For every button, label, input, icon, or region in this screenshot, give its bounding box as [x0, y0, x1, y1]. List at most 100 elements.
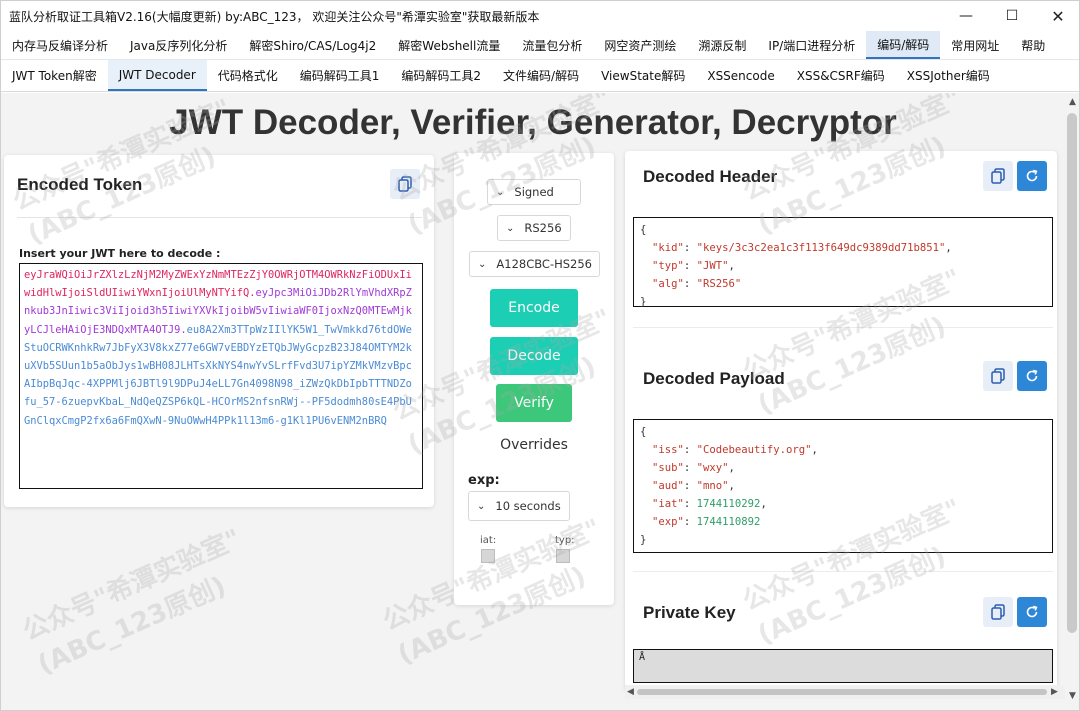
copy-icon	[991, 168, 1005, 184]
private-key-textarea[interactable]: Å	[633, 649, 1053, 683]
refresh-payload-button[interactable]	[1017, 361, 1047, 391]
watermark: 公众号"希潭实验室" (ABC_123原创)	[16, 518, 261, 681]
tab-xssjother[interactable]: XSSJother编码	[896, 60, 1001, 91]
exp-select-value: 10 seconds	[495, 499, 561, 513]
copy-token-button[interactable]	[390, 169, 420, 199]
horizontal-scroll-thumb[interactable]	[637, 689, 1047, 695]
copy-payload-button[interactable]	[983, 361, 1013, 391]
verify-button[interactable]: Verify	[496, 384, 572, 422]
encryption-select[interactable]: ⌄ A128CBC-HS256	[469, 251, 600, 277]
refresh-icon	[1026, 369, 1038, 382]
menu-item-pcap[interactable]: 流量包分析	[511, 31, 593, 59]
copy-key-button[interactable]	[983, 597, 1013, 627]
tab-file-codec[interactable]: 文件编码/解码	[492, 60, 590, 91]
iat-checkbox[interactable]	[481, 549, 495, 563]
decoded-payload-json[interactable]: { "iss": "Codebeautify.org", "sub": "wxy…	[633, 419, 1053, 553]
scroll-up-arrow-icon[interactable]: ▲	[1069, 97, 1076, 107]
right-divider	[633, 327, 1053, 328]
app-window: 蓝队分析取证工具箱V2.16(大幅度更新) by:ABC_123， 欢迎关注公众…	[0, 0, 1080, 711]
menu-item-asset[interactable]: 网空资产测绘	[593, 31, 687, 59]
json-value: "keys/3c3c2ea1c3f113f649dc9389dd71b851"	[696, 242, 946, 254]
copy-icon	[991, 368, 1005, 384]
sign-mode-select[interactable]: ⌄ Signed	[487, 179, 581, 205]
menu-item-java-deser[interactable]: Java反序列化分析	[119, 31, 238, 59]
refresh-header-button[interactable]	[1017, 161, 1047, 191]
json-key: "exp"	[652, 516, 684, 528]
json-key: "typ"	[652, 260, 684, 272]
encoded-token-card: Encoded Token Insert your JWT here to de…	[4, 155, 434, 507]
scroll-left-arrow-icon[interactable]: ◀	[627, 687, 634, 697]
json-value: "Codebeautify.org"	[696, 444, 812, 456]
copy-icon	[991, 604, 1005, 620]
tab-xss-csrf[interactable]: XSS&CSRF编码	[786, 60, 896, 91]
tab-code-format[interactable]: 代码格式化	[207, 60, 289, 91]
chevron-down-icon: ⌄	[496, 186, 505, 198]
menu-item-memshell[interactable]: 内存马反编译分析	[1, 31, 119, 59]
refresh-icon	[1026, 169, 1038, 182]
token-signature-part: eu8A2Xm3TTpWzIIlYK5W1_TwVmkkd76tdOWeStuO…	[24, 323, 412, 427]
tab-jwt-decoder[interactable]: JWT Decoder	[107, 60, 207, 91]
menu-item-ip-port[interactable]: IP/端口进程分析	[757, 31, 866, 59]
json-value: "mno"	[696, 480, 729, 492]
watermark-line: 公众号"希潭实验室"	[18, 523, 246, 647]
exp-select[interactable]: ⌄ 10 seconds	[468, 491, 570, 521]
chevron-down-icon: ⌄	[506, 222, 515, 234]
json-key: "alg"	[652, 278, 684, 290]
decoded-header-title: Decoded Header	[643, 167, 778, 186]
tab-viewstate[interactable]: ViewState解码	[590, 60, 696, 91]
refresh-icon	[1026, 605, 1038, 618]
close-button[interactable]: ✕	[1035, 1, 1079, 31]
exp-label: exp:	[468, 473, 500, 488]
json-value: "wxy"	[696, 462, 729, 474]
jwt-input-textarea[interactable]: eyJraWQiOiJrZXlzLzNjM2MyZWExYzNmMTEzZjY0…	[19, 263, 423, 489]
json-line-typ: "typ": "JWT",	[652, 260, 735, 272]
json-value: "JWT"	[696, 260, 729, 272]
tab-jwt-token-decrypt[interactable]: JWT Token解密	[1, 60, 108, 91]
decode-button[interactable]: Decode	[490, 337, 578, 375]
chevron-down-icon: ⌄	[477, 500, 486, 512]
json-line-kid: "kid": "keys/3c3c2ea1c3f113f649dc9389dd7…	[652, 242, 952, 254]
tab-xssencode[interactable]: XSSencode	[696, 60, 785, 91]
json-key: "kid"	[652, 242, 684, 254]
sub-tab-bar: JWT Token解密 JWT Decoder 代码格式化 编码解码工具1 编码…	[1, 60, 1079, 92]
refresh-key-button[interactable]	[1017, 597, 1047, 627]
right-divider	[633, 571, 1053, 572]
json-close-brace: }	[640, 534, 647, 546]
json-close-brace: }	[640, 296, 647, 308]
json-open-brace: {	[640, 426, 647, 438]
minimize-button[interactable]: —	[943, 1, 989, 31]
json-key: "sub"	[652, 462, 684, 474]
encryption-value: A128CBC-HS256	[496, 257, 593, 271]
json-value: 1744110292	[696, 498, 761, 510]
json-value: 1744110892	[696, 516, 761, 528]
menu-item-help[interactable]: 帮助	[1010, 31, 1056, 59]
encode-button[interactable]: Encode	[490, 289, 578, 327]
page-title: JWT Decoder, Verifier, Generator, Decryp…	[169, 103, 897, 142]
json-open-brace: {	[640, 224, 647, 236]
scroll-down-arrow-icon[interactable]: ▼	[1069, 691, 1076, 701]
json-key: "iat"	[652, 498, 684, 510]
menu-item-shiro[interactable]: 解密Shiro/CAS/Log4j2	[238, 31, 387, 59]
content-area: JWT Decoder, Verifier, Generator, Decryp…	[1, 93, 1079, 710]
decoded-header-json[interactable]: { "kid": "keys/3c3c2ea1c3f113f649dc9389d…	[633, 217, 1053, 308]
scroll-right-arrow-icon[interactable]: ▶	[1051, 687, 1058, 697]
json-line-sub: "sub": "wxy",	[652, 462, 735, 474]
typ-checkbox[interactable]	[556, 549, 570, 563]
menu-item-encode-decode[interactable]: 编码/解码	[866, 31, 941, 59]
json-key: "iss"	[652, 444, 684, 456]
window-title: 蓝队分析取证工具箱V2.16(大幅度更新) by:ABC_123， 欢迎关注公众…	[9, 9, 540, 24]
copy-icon	[398, 176, 412, 192]
vertical-scroll-thumb[interactable]	[1067, 113, 1077, 633]
menu-item-webshell[interactable]: 解密Webshell流量	[387, 31, 511, 59]
menu-item-trace[interactable]: 溯源反制	[687, 31, 757, 59]
overrides-label: Overrides	[500, 437, 568, 453]
encoded-token-title: Encoded Token	[17, 175, 143, 194]
algorithm-select[interactable]: ⌄ RS256	[497, 215, 571, 241]
json-line-exp: "exp": 1744110892	[652, 516, 761, 528]
tab-codec-tool-2[interactable]: 编码解码工具2	[390, 60, 492, 91]
tab-codec-tool-1[interactable]: 编码解码工具1	[289, 60, 391, 91]
private-key-title: Private Key	[643, 603, 736, 622]
maximize-button[interactable]: ☐	[989, 1, 1035, 31]
menu-item-urls[interactable]: 常用网址	[940, 31, 1010, 59]
copy-header-button[interactable]	[983, 161, 1013, 191]
